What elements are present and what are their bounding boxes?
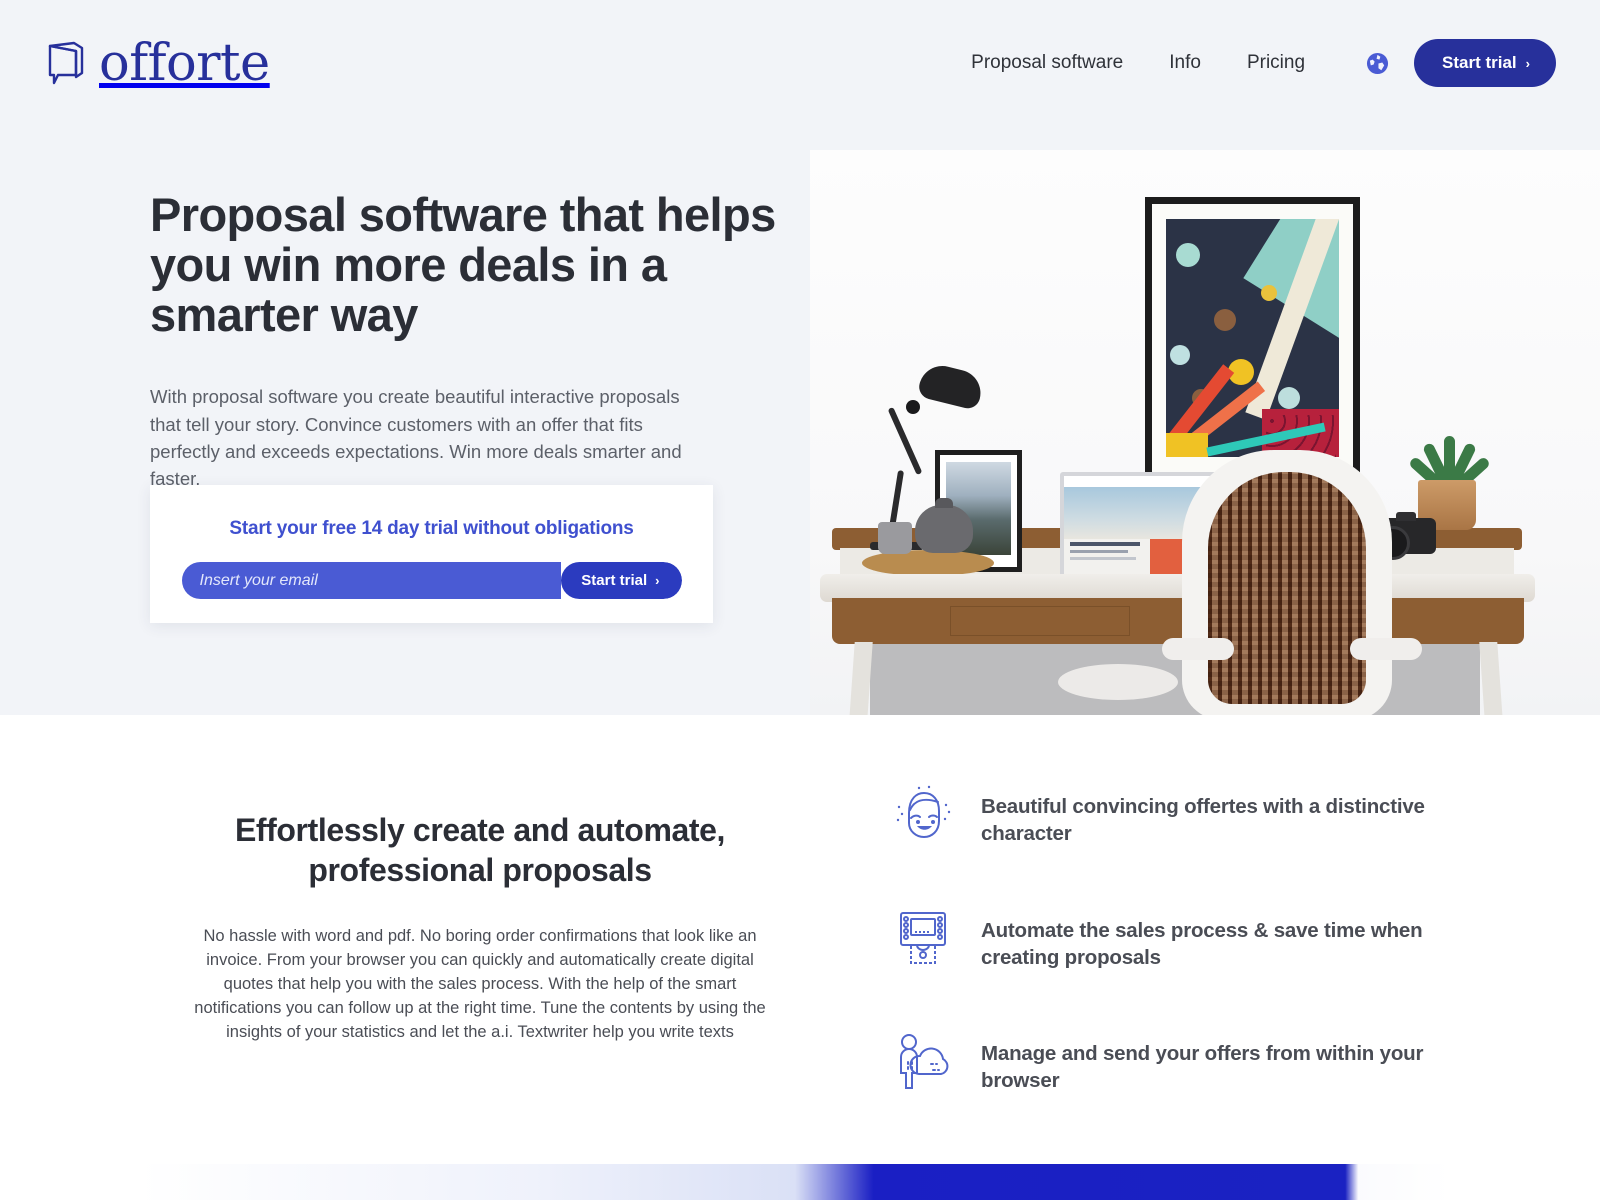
features-intro: Effortlessly create and automate, profes… xyxy=(190,810,770,1044)
header-start-trial-button[interactable]: Start trial › xyxy=(1414,39,1556,87)
nav-item-pricing[interactable]: Pricing xyxy=(1224,52,1328,74)
hero-title: Proposal software that helps you win mor… xyxy=(150,188,776,341)
feature-item: Manage and send your offers from within … xyxy=(893,1030,1453,1095)
logo-home-link[interactable]: offorte xyxy=(46,38,270,89)
header-start-trial-label: Start trial xyxy=(1442,53,1517,72)
features-body: No hassle with word and pdf. No boring o… xyxy=(194,926,766,1041)
signup-headline: Start your free 14 day trial without obl… xyxy=(229,518,634,539)
teapot xyxy=(915,505,973,553)
trial-signup-card: Start your free 14 day trial without obl… xyxy=(150,485,713,623)
office-chair xyxy=(1058,664,1178,700)
bottom-band-fill xyxy=(140,1164,1450,1200)
nav-item-info[interactable]: Info xyxy=(1146,52,1224,74)
feature-label: Manage and send your offers from within … xyxy=(981,1042,1424,1093)
potted-plant xyxy=(1407,436,1492,497)
feature-label: Automate the sales process & save time w… xyxy=(981,918,1423,969)
feature-item: Automate the sales process & save time w… xyxy=(893,907,1453,972)
bottom-band xyxy=(0,1164,1600,1200)
mug xyxy=(878,522,912,554)
person-cloud-icon xyxy=(900,1034,949,1089)
logo-wordmark: offorte xyxy=(99,33,270,93)
signup-start-trial-label: Start trial xyxy=(581,572,648,589)
hero-subtitle: With proposal software you create beauti… xyxy=(150,386,682,489)
speech-bubble-book-icon xyxy=(48,41,84,85)
email-input[interactable] xyxy=(181,562,562,599)
smiling-face-icon xyxy=(896,785,951,839)
hero-content: Proposal software that helps you win mor… xyxy=(150,190,850,492)
language-selector-button[interactable] xyxy=(1360,46,1394,80)
nav-item-proposal-software[interactable]: Proposal software xyxy=(948,52,1146,74)
atm-machine-icon xyxy=(900,911,946,964)
features-section: Effortlessly create and automate, profes… xyxy=(0,715,1600,1135)
globe-icon xyxy=(1366,52,1388,74)
features-title: Effortlessly create and automate, profes… xyxy=(234,812,726,889)
wooden-tray xyxy=(862,550,994,576)
site-header: offorte Proposal software Info Pricing S… xyxy=(0,0,1600,126)
hero-workspace-image xyxy=(810,150,1600,715)
main-navigation: Proposal software Info Pricing Start tri… xyxy=(948,39,1556,87)
landing-page: offorte Proposal software Info Pricing S… xyxy=(0,0,1600,1200)
trial-signup-form: Start trial › xyxy=(181,562,682,599)
feature-list: Beautiful convincing offertes with a dis… xyxy=(893,783,1453,1154)
chevron-right-icon: › xyxy=(1525,55,1530,71)
feature-item: Beautiful convincing offertes with a dis… xyxy=(893,783,1453,848)
feature-label: Beautiful convincing offertes with a dis… xyxy=(981,795,1425,846)
chevron-right-icon: › xyxy=(655,573,660,588)
signup-start-trial-button[interactable]: Start trial › xyxy=(561,562,682,599)
framed-poster-art xyxy=(1145,197,1360,479)
